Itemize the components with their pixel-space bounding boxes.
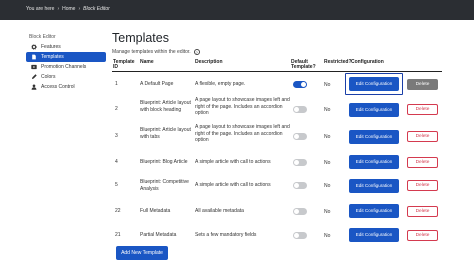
column-header-description: Description bbox=[195, 59, 223, 65]
template-name: Blueprint: Article layout with tabs bbox=[140, 127, 191, 140]
restricted-value: No bbox=[324, 134, 331, 140]
restricted-value: No bbox=[324, 209, 331, 215]
sidebar-item-access-control[interactable]: Access Control bbox=[26, 82, 106, 92]
column-header-restricted: Restricted? bbox=[324, 59, 352, 65]
template-id: 5 bbox=[115, 182, 118, 188]
table-row: 3 Blueprint: Article layout with tabs A … bbox=[112, 123, 442, 151]
sidebar-item-label: Colors bbox=[41, 74, 56, 80]
template-name: Blueprint: Article layout with block hea… bbox=[140, 100, 191, 113]
pencil-icon bbox=[30, 74, 37, 81]
gear-icon bbox=[30, 44, 37, 51]
breadcrumb-home-link[interactable]: Home bbox=[62, 6, 75, 12]
table-row: 4 Blueprint: Blog Article A simple artic… bbox=[112, 151, 442, 173]
user-icon bbox=[30, 84, 37, 91]
breadcrumb-current: Block Editor bbox=[83, 6, 110, 12]
sidebar-item-features[interactable]: Features bbox=[26, 42, 106, 52]
document-icon bbox=[30, 54, 37, 61]
template-description: A simple article with call to actions bbox=[195, 182, 271, 188]
template-id: 22 bbox=[115, 208, 121, 214]
template-description: A page layout to showcase images left an… bbox=[195, 97, 290, 116]
table-row: 1 A Default Page A flexible, empty page.… bbox=[112, 73, 442, 95]
add-new-template-button[interactable]: Add New Template bbox=[116, 246, 168, 260]
sidebar-item-label: Promotion Channels bbox=[41, 64, 87, 70]
template-id: 21 bbox=[115, 232, 121, 238]
template-id: 2 bbox=[115, 106, 118, 112]
sidebar-item-label: Templates bbox=[41, 54, 64, 60]
table-row: 5 Blueprint: Competitive Analysis A simp… bbox=[112, 173, 442, 199]
template-id: 3 bbox=[115, 133, 118, 139]
chevron-right-icon: › bbox=[57, 6, 60, 12]
edit-configuration-button[interactable]: Edit Configuration bbox=[349, 228, 399, 242]
template-name: A Default Page bbox=[140, 81, 174, 87]
delete-button[interactable]: Delete bbox=[407, 104, 438, 115]
sidebar-item-promotion-channels[interactable]: Promotion Channels bbox=[26, 62, 106, 72]
restricted-value: No bbox=[324, 107, 331, 113]
template-name: Blueprint: Competitive Analysis bbox=[140, 179, 189, 192]
edit-configuration-button[interactable]: Edit Configuration bbox=[349, 77, 399, 91]
column-header-configuration: Configuration bbox=[351, 59, 384, 65]
sidebar: Block Editor Features Templates Promotio… bbox=[26, 33, 106, 92]
default-toggle[interactable] bbox=[293, 182, 307, 189]
table-row: 21 Partial Metadata Sets a few mandatory… bbox=[112, 223, 442, 247]
delete-button[interactable]: Delete bbox=[407, 180, 438, 191]
delete-button[interactable]: Delete bbox=[407, 79, 438, 90]
breadcrumb-prefix: You are here bbox=[26, 6, 55, 12]
delete-button[interactable]: Delete bbox=[407, 230, 438, 241]
default-toggle[interactable] bbox=[293, 159, 307, 166]
template-name: Full Metadata bbox=[140, 208, 171, 214]
edit-configuration-button[interactable]: Edit Configuration bbox=[349, 204, 399, 218]
default-toggle[interactable] bbox=[293, 81, 307, 88]
template-description: All available metadata bbox=[195, 208, 244, 214]
table-header: Template ID Name Description Default Tem… bbox=[112, 58, 442, 72]
template-description: A flexible, empty page. bbox=[195, 81, 246, 87]
restricted-value: No bbox=[324, 160, 331, 166]
top-bar: You are here › Home › Block Editor bbox=[0, 0, 474, 20]
sidebar-item-templates[interactable]: Templates bbox=[26, 52, 106, 62]
template-id: 4 bbox=[115, 159, 118, 165]
delete-button[interactable]: Delete bbox=[407, 157, 438, 168]
default-toggle[interactable] bbox=[293, 232, 307, 239]
chevron-right-icon: › bbox=[78, 6, 81, 12]
edit-configuration-button[interactable]: Edit Configuration bbox=[349, 130, 399, 144]
breadcrumb: You are here › Home › Block Editor bbox=[26, 6, 110, 12]
templates-table: Template ID Name Description Default Tem… bbox=[112, 30, 442, 260]
template-description: A simple article with call to actions bbox=[195, 159, 271, 165]
default-toggle[interactable] bbox=[293, 106, 307, 113]
table-row: 2 Blueprint: Article layout with block h… bbox=[112, 96, 442, 123]
template-name: Blueprint: Blog Article bbox=[140, 159, 188, 165]
default-toggle[interactable] bbox=[293, 208, 307, 215]
edit-configuration-button[interactable]: Edit Configuration bbox=[349, 179, 399, 193]
delete-button[interactable]: Delete bbox=[407, 131, 438, 142]
restricted-value: No bbox=[324, 82, 331, 88]
column-header-id: Template ID bbox=[113, 59, 135, 70]
edit-configuration-button[interactable]: Edit Configuration bbox=[349, 155, 399, 169]
default-toggle[interactable] bbox=[293, 133, 307, 140]
column-header-name: Name bbox=[140, 59, 154, 65]
restricted-value: No bbox=[324, 233, 331, 239]
sidebar-title: Block Editor bbox=[29, 34, 56, 40]
table-row: 22 Full Metadata All available metadata … bbox=[112, 199, 442, 223]
delete-button[interactable]: Delete bbox=[407, 206, 438, 217]
restricted-value: No bbox=[324, 183, 331, 189]
template-id: 1 bbox=[115, 81, 118, 87]
template-description: A page layout to showcase images left an… bbox=[195, 124, 290, 143]
column-header-default: Default Template? bbox=[291, 59, 316, 70]
template-description: Sets a few mandatory fields bbox=[195, 232, 257, 238]
edit-configuration-button[interactable]: Edit Configuration bbox=[349, 103, 399, 117]
sidebar-item-label: Features bbox=[41, 44, 61, 50]
template-name: Partial Metadata bbox=[140, 232, 177, 238]
sidebar-item-label: Access Control bbox=[41, 84, 75, 90]
play-icon bbox=[30, 64, 37, 71]
sidebar-item-colors[interactable]: Colors bbox=[26, 72, 106, 82]
